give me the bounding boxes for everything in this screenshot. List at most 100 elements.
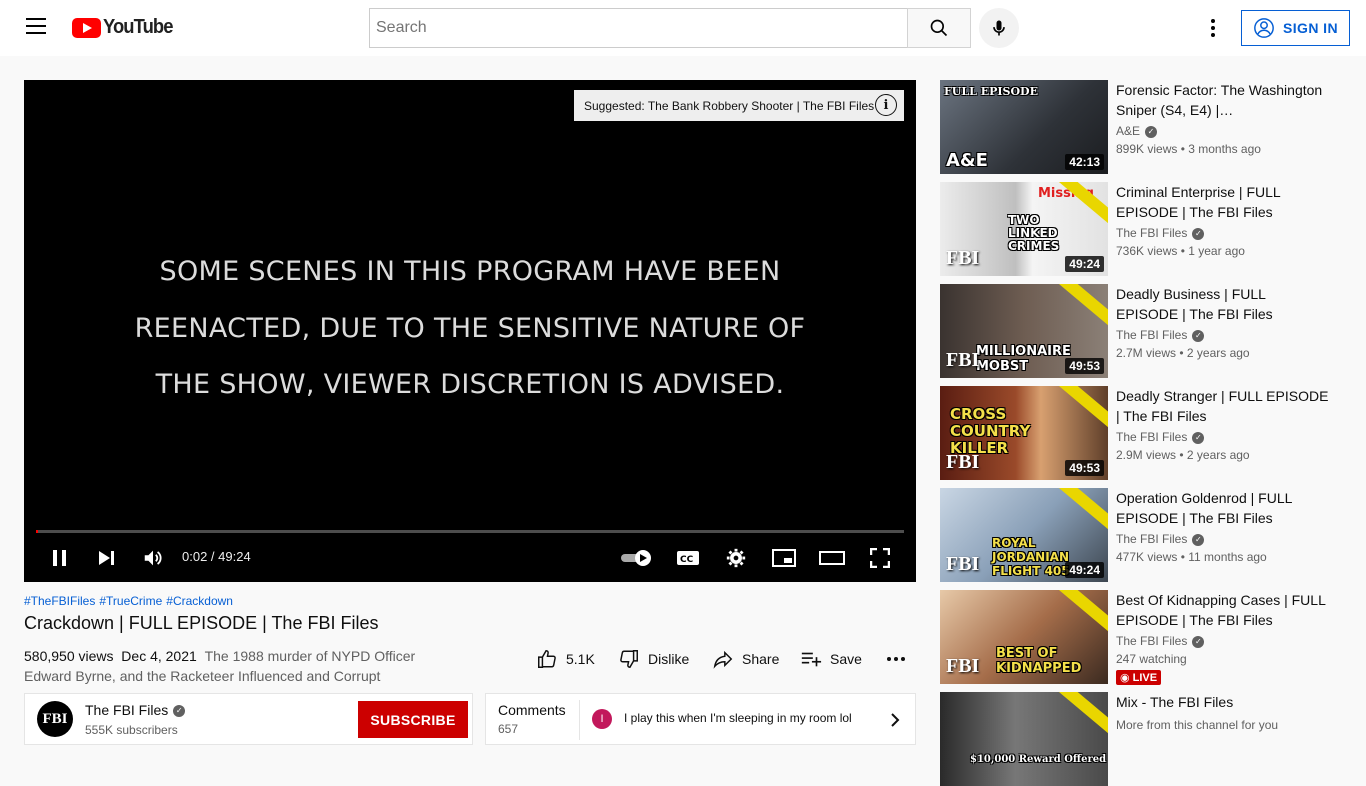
next-icon [99,551,114,565]
dislike-label: Dislike [648,651,690,667]
video-title: Forensic Factor: The Washington Sniper (… [1116,82,1323,118]
video-thumbnail[interactable]: ROYAL JORDANIAN FLIGHT 405 FBI 49:24 [940,488,1108,582]
like-count: 5.1K [566,651,595,667]
hashtag-link[interactable]: #TheFBIFiles [24,594,95,608]
view-count: 580,950 views [24,648,114,664]
sign-in-button[interactable]: SIGN IN [1241,10,1350,46]
chevron-right-icon [891,713,900,727]
info-icon[interactable]: i [875,94,897,116]
share-button[interactable]: Share [712,646,779,672]
disclaimer-line-1: SOME SCENES IN THIS PROGRAM HAVE BEEN [159,256,781,287]
save-button[interactable]: Save [800,646,862,672]
thumbnail-caption: $10,000 Reward Offered [970,754,1107,765]
video-title: Operation Goldenrod | FULL EPISODE | The… [1116,490,1292,526]
recommended-video[interactable]: MILLIONAIRE MOBST FBI 49:53 Deadly Busin… [940,284,1340,378]
account-icon [1254,18,1274,38]
more-actions-button[interactable] [886,646,914,672]
thumbnail-caption: BEST OF KIDNAPPED [996,646,1082,676]
video-player[interactable]: SOME SCENES IN THIS PROGRAM HAVE BEEN RE… [24,80,916,582]
recommended-mix[interactable]: $10,000 Reward Offered Mix - The FBI Fil… [940,692,1340,786]
fbi-logo: FBI [946,247,980,269]
theater-icon [819,551,845,565]
recommended-video[interactable]: BEST OF KIDNAPPED FBI Best Of Kidnapping… [940,590,1340,685]
voice-search-button[interactable] [979,8,1019,48]
video-duration: 49:53 [1065,358,1104,374]
thumbs-down-icon [620,650,638,668]
view-stats: 2.7M views • 2 years ago [1116,346,1250,360]
like-button[interactable]: 5.1K [536,646,595,672]
thumbnail-ribbon [1046,590,1108,638]
view-stats: 899K views • 3 months ago [1116,142,1261,156]
hashtag-link[interactable]: #Crackdown [166,594,233,608]
settings-button[interactable] [720,542,752,574]
description-line-2: Edward Byrne, and the Racketeer Influenc… [24,668,381,684]
settings-menu-icon[interactable] [1201,16,1225,40]
time-display: 0:02 / 49:24 [182,549,251,564]
video-title: Deadly Business | FULL EPISODE | The FBI… [1116,286,1273,322]
svg-text:CC: CC [680,555,694,565]
miniplayer-button[interactable] [768,542,800,574]
fbi-logo: FBI [946,655,980,677]
video-thumbnail[interactable]: BEST OF KIDNAPPED FBI [940,590,1108,684]
video-description[interactable]: 580,950 views Dec 4, 2021 The 1988 murde… [24,646,444,686]
top-comment-text: I play this when I'm sleeping in my room… [624,711,852,725]
suggested-video-text: Suggested: The Bank Robbery Shooter | Th… [584,98,875,113]
next-button[interactable] [90,542,122,574]
mute-button[interactable] [137,542,169,574]
fbi-logo: FBI [946,349,980,371]
video-thumbnail[interactable]: FULL EPISODE A&E 42:13 [940,80,1108,174]
fullscreen-button[interactable] [864,542,896,574]
search-input[interactable] [369,8,908,48]
suggested-video-card[interactable]: Suggested: The Bank Robbery Shooter | Th… [574,90,904,121]
video-thumbnail[interactable]: CROSS COUNTRY KILLER FBI 49:53 [940,386,1108,480]
live-badge: ◉ LIVE [1116,670,1162,685]
thumbnail-ribbon [1046,284,1108,332]
hashtags: #TheFBIFiles #TrueCrime #Crackdown [24,594,237,608]
youtube-logo[interactable]: YouTube [72,16,179,39]
channel-name-text: A&E [1116,124,1141,138]
video-title: Crackdown | FULL EPISODE | The FBI Files [24,613,379,633]
pause-button[interactable] [44,542,76,574]
menu-icon[interactable] [24,18,48,38]
recommended-video[interactable]: ROYAL JORDANIAN FLIGHT 405 FBI 49:24 Ope… [940,488,1340,582]
video-thumbnail[interactable]: Missing TWO LINKED CRIMES FBI 49:24 [940,182,1108,276]
thumbnail-caption: CROSS COUNTRY KILLER [950,405,1031,457]
comments-teaser[interactable]: Comments 657 I I play this when I'm slee… [485,693,916,745]
verified-icon: ✓ [1192,227,1205,240]
upload-date: Dec 4, 2021 [121,648,197,664]
hashtag-link[interactable]: #TrueCrime [99,594,162,608]
video-duration: 49:24 [1065,256,1104,272]
recommended-video[interactable]: CROSS COUNTRY KILLER FBI 49:53 Deadly St… [940,386,1340,480]
recommended-video[interactable]: Missing TWO LINKED CRIMES FBI 49:24 Crim… [940,182,1340,276]
microphone-icon [993,20,1005,36]
top-bar: YouTube SIGN IN [0,0,1366,56]
view-stats: 247 watching [1116,652,1187,666]
autoplay-icon [621,550,651,566]
fullscreen-icon [870,548,890,568]
search-button[interactable] [907,8,971,48]
share-icon [713,650,733,669]
verified-icon: ✓ [1145,125,1158,138]
channel-name-link[interactable]: The FBI Files ✓ [85,702,186,718]
captions-button[interactable]: CC [672,542,704,574]
video-title: Best Of Kidnapping Cases | FULL EPISODE … [1116,592,1326,628]
live-icon: ◉ [1120,672,1133,684]
subscribe-button[interactable]: SUBSCRIBE [358,701,468,738]
logo-text: YouTube [103,16,173,38]
playlist-add-icon [801,652,822,667]
fbi-logo: FBI [946,451,980,473]
verified-icon: ✓ [1192,533,1205,546]
verified-icon: ✓ [1192,431,1205,444]
dislike-button[interactable]: Dislike [618,646,689,672]
thumbs-up-icon [538,650,556,668]
channel-name-text: The FBI Files [1116,430,1188,444]
channel-avatar[interactable]: FBI [37,701,73,737]
live-label: LIVE [1132,672,1158,684]
video-thumbnail[interactable]: MILLIONAIRE MOBST FBI 49:53 [940,284,1108,378]
autoplay-toggle[interactable] [618,542,656,574]
video-thumbnail[interactable]: $10,000 Reward Offered [940,692,1108,786]
view-stats: 477K views • 11 months ago [1116,550,1267,564]
recommended-video[interactable]: FULL EPISODE A&E 42:13 Forensic Factor: … [940,80,1340,174]
progress-bar[interactable] [36,530,904,533]
theater-mode-button[interactable] [816,542,848,574]
